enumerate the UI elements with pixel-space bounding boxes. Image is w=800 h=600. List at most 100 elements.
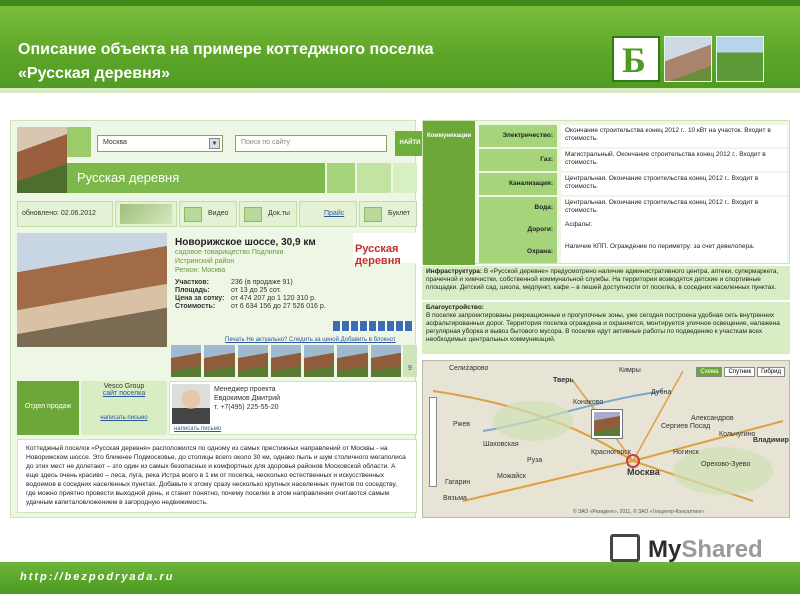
tab-video[interactable]: Видео [179, 201, 237, 227]
blago-title: Благоустройство: [426, 304, 484, 311]
comm-key: Вода: [479, 197, 557, 219]
map-city: Ногинск [673, 449, 699, 456]
stat-value: от 6 634 156 до 27 526 016 р. [231, 303, 326, 310]
infra-title: Инфраструктура: [426, 268, 483, 275]
communications-panel: Коммуникации Электричество: Окончание стр… [422, 120, 790, 265]
comm-key: Газ: [479, 149, 557, 171]
main-photo[interactable] [17, 233, 167, 347]
manager-write-link[interactable]: написать письмо [174, 426, 221, 432]
map-thumb-tab[interactable] [115, 201, 177, 227]
region-select[interactable]: Москва ▼ [97, 135, 223, 152]
photo-thumb[interactable] [370, 345, 401, 377]
communications-header: Коммуникации [423, 121, 475, 265]
tab-booklet[interactable]: Буклет [359, 201, 417, 227]
comm-value: Магистральный. Окончание строительства к… [561, 149, 787, 171]
map-mode-scheme[interactable]: Схема [696, 367, 723, 377]
table-row: Площадь: от 13 до 25 сот. [175, 287, 329, 295]
photo-thumb[interactable] [270, 345, 302, 377]
photo-thumb[interactable] [204, 345, 235, 377]
district: Истринский район [175, 258, 235, 265]
developer-logo: Русская деревня [353, 233, 417, 267]
photo-thumb[interactable] [237, 345, 268, 377]
map-city: Кимры [619, 367, 641, 374]
decor-block [67, 127, 91, 157]
highway-heading: Новорижское шоссе, 30,9 км [175, 237, 316, 248]
stats-table: Участков: 236 (в продаже 91) Площадь: от 1… [175, 279, 329, 311]
table-row: Участков: 236 (в продаже 91) [175, 279, 329, 287]
photo-strip[interactable] [171, 345, 401, 377]
infrastructure-block: Инфраструктура: В «Русской деревне» пред… [422, 266, 790, 300]
pin-photo [594, 412, 620, 436]
company-box: Vesco Group сайт поселка написать письмо [81, 381, 167, 435]
stat-value: 236 (в продаже 91) [231, 279, 293, 286]
photo-thumb[interactable] [304, 345, 335, 377]
map-city: Селиżарово [449, 365, 489, 372]
comm-key: Электричество: [479, 125, 557, 147]
comm-key: Дороги: [479, 219, 557, 241]
photo-thumb[interactable] [337, 345, 368, 377]
settlement-type: садовое товарищество Подлипки [175, 249, 284, 256]
map-pin-preview[interactable] [591, 409, 623, 439]
map-type-switch: Схема Спутник Гибрид [696, 367, 785, 377]
chevron-down-icon[interactable]: ▼ [209, 138, 220, 149]
map-city: Дубна [651, 389, 672, 396]
manager-box: Менеджер проекта Евдокимов Дмитрий т. +7… [169, 381, 417, 435]
decor-block [357, 163, 391, 193]
brand-name: Русская деревня [355, 243, 401, 267]
map-city: Кольчугино [719, 431, 756, 438]
map-city: Владимир [753, 437, 789, 444]
map-city: Руза [527, 457, 543, 464]
map-city: Красногорск [591, 449, 631, 456]
map-thumb [120, 204, 172, 224]
object-thumbnail[interactable] [17, 127, 67, 193]
updated-date: обновлено: 02.06.2012 [17, 201, 113, 227]
map-city: Тверь [553, 377, 574, 384]
tab-price[interactable]: Прайс [299, 201, 357, 227]
map-city: Ржев [453, 421, 470, 428]
zoom-slider[interactable] [429, 397, 437, 487]
comm-key: Канализация: [479, 173, 557, 195]
object-description: Коттеджный поселок «Русская деревня» рас… [17, 439, 417, 513]
stat-key: Участков: [175, 279, 209, 286]
map-city: Можайск [497, 473, 526, 480]
company-site-link[interactable]: сайт поселка [81, 390, 167, 397]
tab-video-label: Видео [208, 210, 229, 217]
watermark-my: My [648, 536, 682, 563]
comm-row: Дороги: Асфальт. [479, 219, 787, 241]
search-button[interactable]: НАЙТИ [395, 131, 425, 156]
comm-value: Центральная. Окончание строительства кон… [561, 173, 787, 195]
tab-docs[interactable]: Док.ты [239, 201, 297, 227]
comm-key: Охрана: [479, 241, 557, 263]
presentation-icon [610, 534, 640, 562]
comm-row: Вода: Центральная. Окончание строительств… [479, 197, 787, 219]
map-mode-hybrid[interactable]: Гибрид [757, 367, 785, 377]
location-map[interactable]: Схема Спутник Гибрид Селиżарово Тверь Ки… [422, 360, 790, 518]
manager-role: Менеджер проекта [214, 386, 276, 393]
photos-count-link[interactable]: 9 [403, 345, 417, 377]
map-city: Орехово-Зуево [701, 461, 751, 468]
footer-url[interactable]: http://bezpodryada.ru [20, 571, 174, 583]
table-row: Стоимость: от 6 634 156 до 27 526 016 р. [175, 303, 329, 311]
photo-thumb[interactable] [171, 345, 202, 377]
comm-value: Наличие КПП. Ограждение по периметру: за… [561, 241, 787, 263]
map-mode-satellite[interactable]: Спутник [724, 367, 756, 377]
header-photo-landscape [716, 36, 764, 82]
social-share-icons[interactable] [333, 321, 413, 331]
object-card-screenshot: Москва ▼ Поиск по сайту НАЙТИ Русская дер… [10, 120, 425, 518]
map-roads [432, 370, 784, 502]
company-write-link[interactable]: написать письмо [81, 415, 167, 421]
document-icon [244, 207, 262, 222]
comm-value: Окончание строительства конец 2012 г.. 1… [561, 125, 787, 147]
decor-block [393, 163, 417, 193]
map-city-moscow: Москва [627, 467, 660, 477]
map-city: Сергиев Посад [661, 423, 711, 430]
site-search-input[interactable]: Поиск по сайту [235, 135, 387, 152]
table-row: Цена за сотку: от 474 207 до 1 120 310 р. [175, 295, 329, 303]
map-copyright: © ЗАО «Резидент», 2011, © ЗАО «Геоцентр-… [573, 509, 705, 515]
map-city: Вязьма [443, 495, 467, 502]
company-name: Vesco Group [103, 383, 145, 390]
action-links[interactable]: Печать Не актуально? Следить за ценой До… [225, 337, 396, 343]
tab-docs-label: Док.ты [268, 210, 290, 217]
video-icon [184, 207, 202, 222]
slide-title-line1: Описание объекта на примере коттеджного … [18, 41, 434, 58]
